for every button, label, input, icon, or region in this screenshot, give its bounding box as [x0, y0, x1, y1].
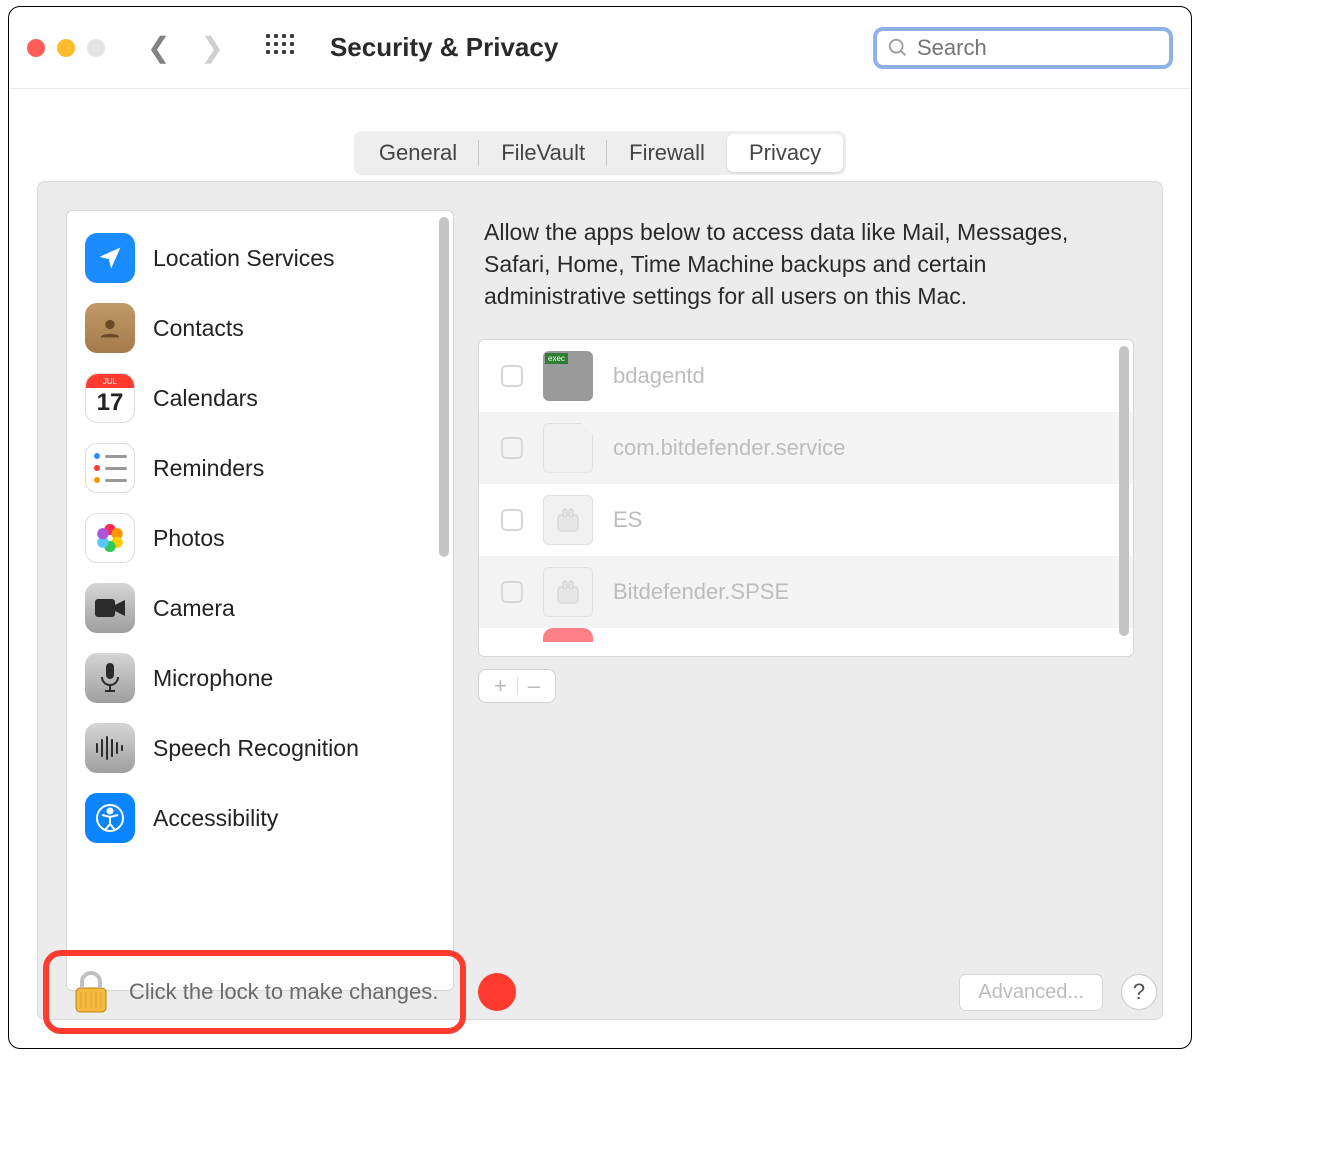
app-name: bdagentd [613, 363, 705, 389]
app-checkbox[interactable] [501, 365, 523, 387]
privacy-category-list: Location Services Contacts JUL 17 Cal [66, 210, 454, 991]
category-label: Camera [153, 595, 235, 622]
zoom-window-button [87, 39, 105, 57]
app-name: ES [613, 507, 642, 533]
plugin-icon [543, 495, 593, 545]
category-contacts[interactable]: Contacts [79, 293, 445, 363]
window-controls [27, 39, 105, 57]
plugin-icon [543, 567, 593, 617]
app-row-partial [479, 628, 1133, 646]
search-input[interactable] [917, 35, 1159, 61]
back-button[interactable]: ❮ [147, 31, 170, 64]
category-camera[interactable]: Camera [79, 573, 445, 643]
add-remove-control: + – [478, 669, 556, 703]
lock-text: Click the lock to make changes. [129, 979, 438, 1005]
annotation-dot [478, 973, 516, 1011]
close-window-button[interactable] [27, 39, 45, 57]
tab-bar: General FileVault Firewall Privacy [354, 131, 846, 175]
location-icon [85, 233, 135, 283]
category-label: Photos [153, 525, 225, 552]
category-microphone[interactable]: Microphone [79, 643, 445, 713]
category-speech-recognition[interactable]: Speech Recognition [79, 713, 445, 783]
advanced-button[interactable]: Advanced... [959, 974, 1103, 1011]
lock-area-highlight[interactable]: Click the lock to make changes. [43, 950, 466, 1034]
app-checkbox[interactable] [501, 437, 523, 459]
category-reminders[interactable]: Reminders [79, 433, 445, 503]
microphone-icon [85, 653, 135, 703]
nav-buttons: ❮ ❯ [147, 31, 224, 64]
app-checkbox[interactable] [501, 509, 523, 531]
category-label: Reminders [153, 455, 264, 482]
full-disk-access-pane: Allow the apps below to access data like… [478, 210, 1134, 991]
category-label: Microphone [153, 665, 273, 692]
accessibility-icon [85, 793, 135, 843]
photos-icon [85, 513, 135, 563]
app-row-bitdefender-service[interactable]: com.bitdefender.service [479, 412, 1133, 484]
category-label: Calendars [153, 385, 258, 412]
tab-filevault[interactable]: FileVault [479, 134, 607, 172]
category-label: Accessibility [153, 805, 278, 832]
tab-privacy[interactable]: Privacy [727, 134, 843, 172]
app-row-bdagentd[interactable]: bdagentd [479, 340, 1133, 412]
category-label: Location Services [153, 245, 335, 272]
app-row-es[interactable]: ES [479, 484, 1133, 556]
category-photos[interactable]: Photos [79, 503, 445, 573]
search-field[interactable] [873, 27, 1173, 69]
help-button[interactable]: ? [1121, 974, 1157, 1010]
sidebar-scrollbar[interactable] [439, 217, 449, 557]
app-list: bdagentd com.bitdefender.service ES [478, 339, 1134, 657]
exec-icon [543, 351, 593, 401]
privacy-panel: Location Services Contacts JUL 17 Cal [37, 181, 1163, 1020]
reminders-icon [85, 443, 135, 493]
app-checkbox[interactable] [501, 581, 523, 603]
window-title: Security & Privacy [330, 32, 558, 63]
minimize-window-button[interactable] [57, 39, 75, 57]
camera-icon [85, 583, 135, 633]
lock-icon [71, 970, 111, 1014]
calendar-icon: JUL 17 [85, 373, 135, 423]
search-icon [887, 37, 909, 59]
app-row-bitdefender-spse[interactable]: Bitdefender.SPSE [479, 556, 1133, 628]
speech-icon [85, 723, 135, 773]
category-location-services[interactable]: Location Services [79, 223, 445, 293]
content-area: General FileVault Firewall Privacy Locat… [9, 89, 1191, 1048]
category-label: Speech Recognition [153, 735, 359, 762]
document-icon [543, 423, 593, 473]
add-button[interactable]: + [494, 673, 507, 699]
tab-firewall[interactable]: Firewall [607, 134, 727, 172]
contacts-icon [85, 303, 135, 353]
tab-general[interactable]: General [357, 134, 479, 172]
show-all-icon[interactable] [266, 34, 294, 62]
remove-button[interactable]: – [528, 673, 540, 699]
category-accessibility[interactable]: Accessibility [79, 783, 445, 853]
app-list-scrollbar[interactable] [1119, 346, 1129, 636]
pane-description: Allow the apps below to access data like… [478, 210, 1134, 339]
preferences-window: ❮ ❯ Security & Privacy General FileVault… [8, 6, 1192, 1049]
titlebar: ❮ ❯ Security & Privacy [9, 7, 1191, 89]
app-name: Bitdefender.SPSE [613, 579, 789, 605]
category-label: Contacts [153, 315, 244, 342]
category-calendars[interactable]: JUL 17 Calendars [79, 363, 445, 433]
footer: Click the lock to make changes. Advanced… [9, 936, 1191, 1048]
forward-button: ❯ [200, 31, 223, 64]
app-name: com.bitdefender.service [613, 435, 845, 461]
